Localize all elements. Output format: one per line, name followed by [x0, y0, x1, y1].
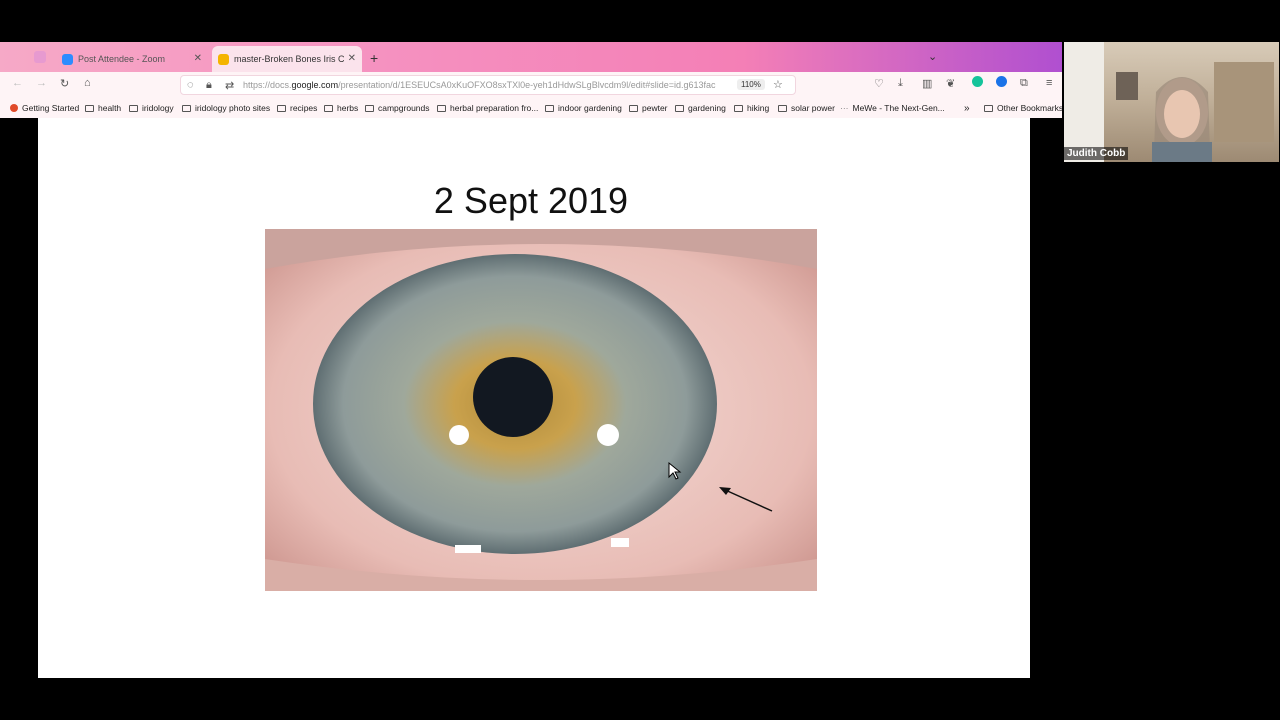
download-icon[interactable]: ⤓ [898, 77, 903, 90]
slide-title: 2 Sept 2019 [433, 180, 629, 221]
tab-title: Post Attendee - Zoom [78, 54, 166, 64]
zoom-level[interactable]: 110% [737, 79, 765, 90]
firefox-icon [10, 104, 18, 112]
folder-icon [675, 104, 684, 112]
folder-icon [984, 104, 993, 112]
extensions-icon[interactable]: ⧉ [1020, 77, 1028, 90]
bookmarks-bar: Getting Started health iridology iridolo… [0, 98, 1062, 119]
permissions-icon[interactable]: ⇄ [225, 79, 234, 92]
chevron-down-icon[interactable]: ⌄ [928, 50, 937, 63]
slides-icon [218, 53, 229, 65]
bookmark-mewe[interactable]: ··· MeWe - The Next-Gen... [840, 103, 945, 113]
bookmark-iridology-photo-sites[interactable]: iridology photo sites [182, 103, 270, 113]
close-icon[interactable]: ✕ [194, 53, 202, 64]
bookmark-iridology[interactable]: iridology [129, 103, 174, 113]
folder-icon [277, 104, 286, 112]
address-bar[interactable]: ◌ 🔒︎ ⇄ https://docs.google.com/presentat… [180, 75, 796, 95]
sidebar-icon[interactable]: ▥ [922, 77, 932, 90]
iris-photo [265, 229, 817, 591]
tab-title: master-Broken Bones Iris Chan [234, 54, 344, 64]
lock-icon[interactable]: 🔒︎ [206, 79, 212, 92]
bookmark-recipes[interactable]: recipes [277, 103, 317, 113]
folder-icon [85, 104, 94, 112]
star-icon[interactable]: ☆ [773, 78, 783, 91]
slide: 2 Sept 2019 [38, 118, 1030, 678]
bookmark-health[interactable]: health [85, 103, 121, 113]
folder-icon [365, 104, 374, 112]
navigation-bar: ← → ↻ ⌂ ◌ 🔒︎ ⇄ https://docs.google.com/p… [0, 72, 1062, 98]
bookmark-herbs[interactable]: herbs [324, 103, 358, 113]
folder-icon [734, 104, 743, 112]
folder-icon [629, 104, 638, 112]
tab-slides[interactable]: master-Broken Bones Iris Chan ✕ [212, 46, 362, 72]
bookmark-herbal-preparation[interactable]: herbal preparation fro... [437, 103, 538, 113]
bookmark-campgrounds[interactable]: campgrounds [365, 103, 430, 113]
bookmark-gardening[interactable]: gardening [675, 103, 726, 113]
bookmark-other[interactable]: Other Bookmarks [984, 103, 1062, 113]
back-icon[interactable]: ← [12, 77, 23, 89]
bookmark-hiking[interactable]: hiking [734, 103, 769, 113]
folder-icon [437, 104, 446, 112]
zoom-icon [62, 53, 73, 65]
folder-icon [324, 104, 333, 112]
folder-icon [778, 104, 787, 112]
more-bookmarks-icon[interactable]: » [964, 103, 970, 114]
bookmark-pewter[interactable]: pewter [629, 103, 668, 113]
extension-circle-icon[interactable] [996, 76, 1007, 87]
home-icon[interactable]: ⌂ [84, 77, 91, 89]
pocket-icon[interactable]: ♡ [874, 77, 884, 90]
participant-name: Judith Cobb [1064, 147, 1129, 160]
menu-icon[interactable]: ≡ [1046, 77, 1052, 89]
presentation-area: 2 Sept 2019 [0, 118, 1062, 678]
participant-video[interactable]: Judith Cobb [1064, 42, 1279, 162]
tab-zoom[interactable]: Post Attendee - Zoom ✕ [56, 46, 208, 72]
mewe-icon: ··· [840, 103, 849, 113]
folder-icon [545, 104, 554, 112]
close-icon[interactable]: ✕ [348, 53, 356, 64]
reload-icon[interactable]: ↻ [60, 77, 69, 90]
bookmark-solar-power[interactable]: solar power [778, 103, 835, 113]
extension-icon[interactable]: ❦ [946, 77, 955, 90]
shield-icon[interactable]: ◌ [187, 79, 194, 91]
tab-groups-icon[interactable] [34, 51, 46, 63]
browser-window: Post Attendee - Zoom ✕ master-Broken Bon… [0, 42, 1062, 678]
grammarly-icon[interactable] [972, 76, 983, 87]
bookmark-indoor-gardening[interactable]: indoor gardening [545, 103, 622, 113]
new-tab-button[interactable]: + [370, 50, 378, 66]
folder-icon [129, 104, 138, 112]
bookmark-getting-started[interactable]: Getting Started [10, 103, 79, 113]
forward-icon[interactable]: → [36, 77, 47, 89]
tab-strip: Post Attendee - Zoom ✕ master-Broken Bon… [0, 42, 1062, 72]
url-text[interactable]: https://docs.google.com/presentation/d/1… [243, 80, 729, 90]
folder-icon [182, 104, 191, 112]
participant-avatar [1064, 42, 1274, 162]
